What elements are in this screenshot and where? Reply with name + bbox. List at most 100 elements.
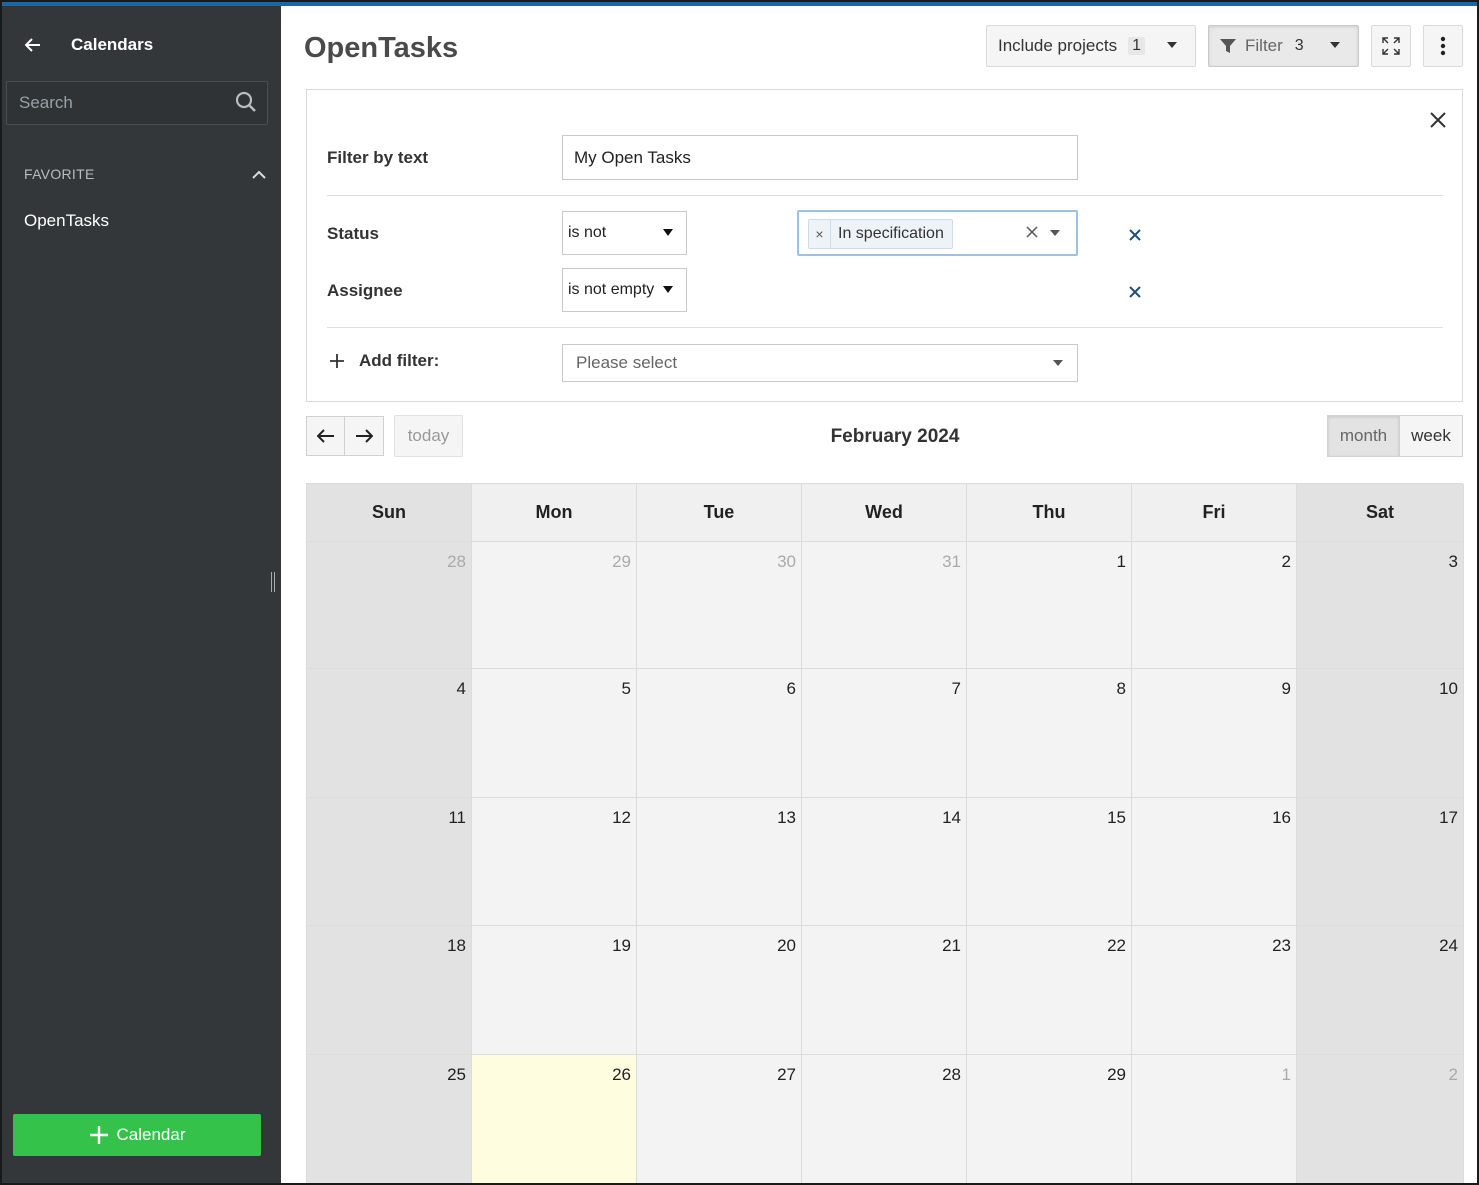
day-number: 14 xyxy=(942,808,961,827)
sidebar-header: Calendars xyxy=(0,28,281,62)
day-cell[interactable]: 25 xyxy=(307,1055,472,1184)
day-cell[interactable]: 23 xyxy=(1132,926,1297,1055)
week-view-button[interactable]: week xyxy=(1400,415,1463,457)
day-cell[interactable]: 14 xyxy=(802,798,967,926)
today-day-cell[interactable]: 26 xyxy=(472,1055,637,1184)
include-projects-count: 1 xyxy=(1128,37,1145,55)
day-cell[interactable]: 29 xyxy=(967,1055,1132,1184)
day-cell[interactable]: 1 xyxy=(967,542,1132,669)
day-number: 7 xyxy=(951,679,961,698)
include-projects-label: Include projects xyxy=(998,36,1118,55)
day-number: 23 xyxy=(1272,936,1291,955)
today-button[interactable]: today xyxy=(394,415,463,457)
day-cell[interactable]: 16 xyxy=(1132,798,1297,926)
day-number: 2 xyxy=(1448,1065,1458,1084)
day-cell[interactable]: 24 xyxy=(1297,926,1464,1055)
day-number: 18 xyxy=(447,936,466,955)
day-cell[interactable]: 11 xyxy=(307,798,472,926)
chevron-up-icon[interactable] xyxy=(250,166,268,184)
view-switcher: month week xyxy=(1327,415,1463,457)
day-cell[interactable]: 10 xyxy=(1297,669,1464,798)
day-cell[interactable]: 28 xyxy=(307,542,472,669)
include-projects-button[interactable]: Include projects 1 xyxy=(986,25,1196,67)
day-cell[interactable]: 3 xyxy=(1297,542,1464,669)
day-cell[interactable]: 17 xyxy=(1297,798,1464,926)
day-cell[interactable]: 27 xyxy=(637,1055,802,1184)
search-input[interactable] xyxy=(7,82,227,124)
add-calendar-button[interactable]: Calendar xyxy=(13,1114,261,1156)
prev-month-button[interactable] xyxy=(306,416,345,456)
close-icon[interactable] xyxy=(1428,110,1448,130)
day-number: 28 xyxy=(942,1065,961,1084)
month-view-button[interactable]: month xyxy=(1327,415,1400,457)
day-number: 9 xyxy=(1281,679,1291,698)
filter-divider xyxy=(327,327,1443,328)
day-cell[interactable]: 2 xyxy=(1132,542,1297,669)
status-operator-value: is not xyxy=(568,224,607,241)
day-cell[interactable]: 7 xyxy=(802,669,967,798)
filter-text-input[interactable] xyxy=(562,135,1078,180)
sidebar-item-opentasks[interactable]: OpenTasks xyxy=(24,211,109,231)
week-row: 18 19 20 21 22 23 24 xyxy=(307,926,1464,1055)
day-cell[interactable]: 21 xyxy=(802,926,967,1055)
day-number: 19 xyxy=(612,936,631,955)
day-cell[interactable]: 5 xyxy=(472,669,637,798)
status-values-select[interactable]: × In specification xyxy=(797,210,1078,256)
filter-count: 3 xyxy=(1294,37,1304,54)
day-number: 1 xyxy=(1281,1065,1291,1084)
day-cell[interactable]: 13 xyxy=(637,798,802,926)
day-number: 10 xyxy=(1439,679,1458,698)
arrow-left-icon xyxy=(316,429,334,443)
day-cell[interactable]: 4 xyxy=(307,669,472,798)
add-filter-placeholder: Please select xyxy=(576,353,678,372)
caret-down-icon[interactable] xyxy=(1050,230,1060,236)
day-number: 20 xyxy=(777,936,796,955)
day-cell[interactable]: 15 xyxy=(967,798,1132,926)
status-operator-select[interactable]: is not xyxy=(562,211,687,255)
day-cell[interactable]: 8 xyxy=(967,669,1132,798)
status-value-label: In specification xyxy=(838,225,944,242)
sidebar-search xyxy=(6,81,268,125)
favorite-section-label: FAVORITE xyxy=(24,166,95,182)
day-cell[interactable]: 2 xyxy=(1297,1055,1464,1184)
remove-status-filter-icon[interactable] xyxy=(1127,227,1143,243)
day-number: 28 xyxy=(447,552,466,571)
day-number: 2 xyxy=(1281,552,1291,571)
day-number: 29 xyxy=(612,552,631,571)
top-accent-bar xyxy=(0,0,1479,6)
more-options-button[interactable] xyxy=(1423,25,1463,67)
add-calendar-label: Calendar xyxy=(116,1125,186,1144)
day-cell[interactable]: 6 xyxy=(637,669,802,798)
day-cell[interactable]: 19 xyxy=(472,926,637,1055)
page-title: OpenTasks xyxy=(304,32,459,64)
add-filter-select[interactable]: Please select xyxy=(562,344,1078,382)
assignee-operator-select[interactable]: is not empty xyxy=(562,268,687,312)
fullscreen-button[interactable] xyxy=(1371,25,1411,67)
day-cell[interactable]: 30 xyxy=(637,542,802,669)
filter-toggle-button[interactable]: Filter 3 xyxy=(1208,25,1359,67)
search-icon[interactable] xyxy=(235,91,257,113)
day-cell[interactable]: 1 xyxy=(1132,1055,1297,1184)
sidebar-resize-handle[interactable] xyxy=(271,572,275,592)
day-cell[interactable]: 9 xyxy=(1132,669,1297,798)
week-row: 4 5 6 7 8 9 10 xyxy=(307,669,1464,798)
next-month-button[interactable] xyxy=(345,416,384,456)
clear-selection-icon[interactable] xyxy=(1025,225,1039,239)
caret-down-icon xyxy=(1167,42,1177,48)
status-filter-label: Status xyxy=(327,224,379,243)
remove-tag-icon[interactable]: × xyxy=(809,220,831,248)
day-cell[interactable]: 18 xyxy=(307,926,472,1055)
day-number: 12 xyxy=(612,808,631,827)
day-cell[interactable]: 28 xyxy=(802,1055,967,1184)
back-arrow-icon[interactable] xyxy=(18,28,48,62)
day-number: 21 xyxy=(942,936,961,955)
filter-by-text-label: Filter by text xyxy=(327,148,429,167)
remove-assignee-filter-icon[interactable] xyxy=(1127,284,1143,300)
day-cell[interactable]: 22 xyxy=(967,926,1132,1055)
caret-down-icon xyxy=(1053,360,1063,366)
day-cell[interactable]: 29 xyxy=(472,542,637,669)
day-cell[interactable]: 31 xyxy=(802,542,967,669)
day-cell[interactable]: 12 xyxy=(472,798,637,926)
day-cell[interactable]: 20 xyxy=(637,926,802,1055)
day-number: 13 xyxy=(777,808,796,827)
